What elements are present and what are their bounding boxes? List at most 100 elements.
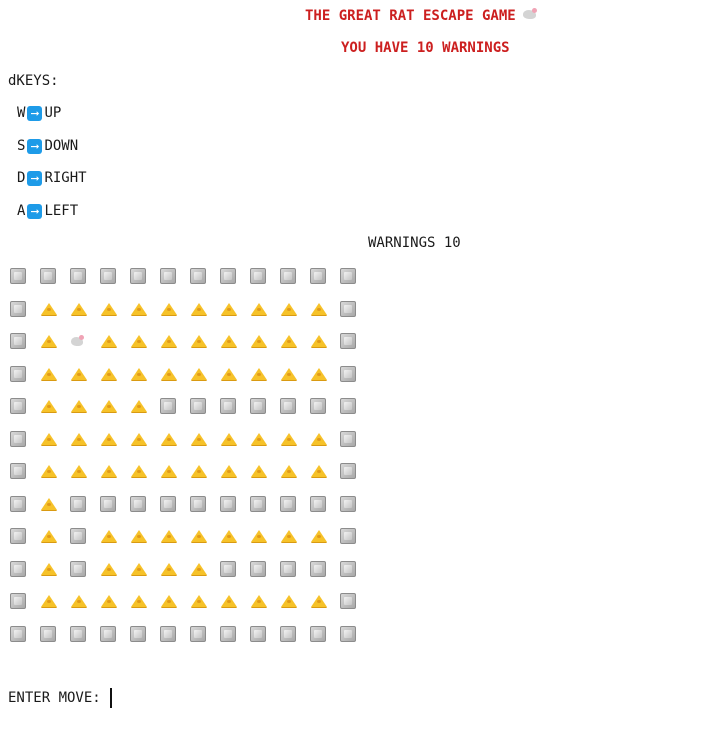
cheese-icon bbox=[281, 432, 297, 445]
wall-block-icon bbox=[310, 625, 326, 642]
maze-cell bbox=[220, 333, 250, 366]
wall-block-icon bbox=[340, 430, 356, 447]
maze-cell bbox=[250, 528, 280, 561]
maze-cell bbox=[280, 495, 310, 529]
cheese-icon bbox=[251, 302, 267, 315]
wall-block-icon bbox=[70, 495, 86, 512]
maze-cell bbox=[10, 268, 40, 301]
maze-cell bbox=[10, 300, 40, 334]
wall-block-icon bbox=[340, 365, 356, 382]
cheese-icon bbox=[311, 595, 327, 607]
wall-block-icon bbox=[250, 560, 266, 577]
wall-block-icon bbox=[340, 625, 356, 642]
wall-block-icon bbox=[160, 268, 176, 284]
maze-cell bbox=[40, 268, 70, 301]
wall-block-icon bbox=[190, 268, 206, 284]
maze-cell bbox=[310, 431, 340, 464]
maze-cell bbox=[40, 528, 70, 561]
cheese-icon bbox=[281, 302, 297, 315]
maze-cell bbox=[40, 366, 70, 399]
wall-block-icon bbox=[160, 625, 176, 642]
cheese-icon bbox=[131, 595, 147, 607]
cheese-icon bbox=[101, 595, 117, 607]
maze-cell bbox=[310, 463, 340, 496]
cheese-icon bbox=[101, 465, 117, 477]
maze-cell bbox=[190, 301, 220, 334]
maze-cell bbox=[160, 366, 190, 399]
maze-cell bbox=[250, 398, 280, 431]
maze-cell bbox=[40, 593, 70, 626]
maze-cell bbox=[220, 560, 250, 594]
cheese-icon bbox=[161, 302, 177, 315]
maze-cell bbox=[340, 430, 370, 464]
cheese-icon bbox=[191, 530, 207, 542]
wall-block-icon bbox=[340, 495, 356, 512]
cheese-icon bbox=[191, 595, 207, 607]
rat-icon bbox=[522, 7, 538, 21]
wall-block-icon bbox=[250, 625, 266, 642]
maze-cell bbox=[130, 333, 160, 366]
maze-cell bbox=[340, 463, 370, 496]
wall-block-icon bbox=[190, 398, 206, 414]
cheese-icon bbox=[221, 595, 237, 607]
wall-block-icon bbox=[280, 625, 296, 642]
maze-cell bbox=[130, 431, 160, 464]
key-action: UP bbox=[44, 105, 62, 121]
wall-block-icon bbox=[340, 268, 356, 284]
cheese-icon bbox=[311, 302, 327, 315]
wall-block-icon bbox=[220, 495, 236, 512]
maze-cell bbox=[100, 366, 130, 399]
maze-cell bbox=[340, 593, 370, 626]
maze-cell bbox=[10, 365, 40, 399]
maze-cell bbox=[190, 431, 220, 464]
cheese-icon bbox=[251, 465, 267, 477]
cheese-icon bbox=[251, 335, 267, 347]
maze-cell bbox=[160, 528, 190, 561]
wall-block-icon bbox=[10, 333, 26, 349]
cheese-icon bbox=[131, 302, 147, 315]
maze-cell bbox=[160, 333, 190, 366]
cheese-icon bbox=[191, 465, 207, 477]
maze-cell bbox=[130, 561, 160, 594]
wall-block-icon bbox=[250, 495, 266, 512]
wall-block-icon bbox=[70, 528, 86, 544]
maze-cell bbox=[340, 300, 370, 334]
cheese-icon bbox=[41, 400, 57, 412]
maze-cell bbox=[160, 431, 190, 464]
wall-block-icon bbox=[70, 268, 86, 284]
maze-cell bbox=[70, 560, 100, 594]
cheese-icon bbox=[131, 562, 147, 575]
wall-block-icon bbox=[310, 398, 326, 414]
maze-cell bbox=[250, 268, 280, 301]
cheese-icon bbox=[311, 367, 327, 380]
wall-block-icon bbox=[130, 495, 146, 512]
maze-cell bbox=[310, 268, 340, 301]
wall-block-icon bbox=[10, 625, 26, 642]
maze-cell bbox=[40, 398, 70, 431]
maze-cell bbox=[10, 463, 40, 496]
maze-cell bbox=[10, 593, 40, 626]
wall-block-icon bbox=[340, 398, 356, 414]
maze-cell bbox=[310, 560, 340, 594]
maze-cell bbox=[100, 431, 130, 464]
maze-cell bbox=[100, 625, 130, 659]
right-arrow-icon: ➞ bbox=[27, 138, 43, 154]
maze-grid bbox=[10, 268, 370, 658]
cheese-icon bbox=[41, 302, 57, 315]
cheese-icon bbox=[41, 497, 57, 510]
cheese-icon bbox=[101, 400, 117, 412]
warnings-banner: YOU HAVE 10 WARNINGS bbox=[341, 40, 510, 56]
maze-cell bbox=[190, 495, 220, 529]
maze-cell bbox=[70, 268, 100, 301]
maze-cell bbox=[190, 366, 220, 399]
move-prompt[interactable]: ENTER MOVE: bbox=[8, 688, 112, 708]
cheese-icon bbox=[281, 367, 297, 380]
wall-block-icon bbox=[310, 495, 326, 512]
cheese-icon bbox=[41, 562, 57, 575]
wall-block-icon bbox=[10, 300, 26, 317]
maze-cell bbox=[220, 625, 250, 659]
game-title: THE GREAT RAT ESCAPE GAME bbox=[305, 6, 538, 26]
cheese-icon bbox=[41, 530, 57, 542]
maze-cell bbox=[340, 268, 370, 301]
warnings-counter: WARNINGS 10 bbox=[368, 235, 461, 251]
